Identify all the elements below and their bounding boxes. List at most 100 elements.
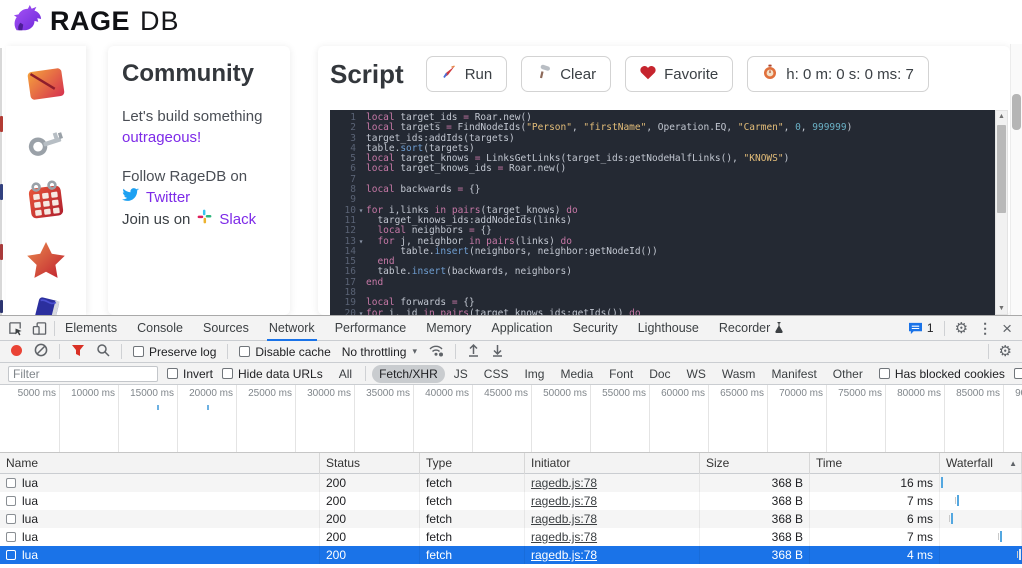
- initiator-link[interactable]: ragedb.js:78: [531, 510, 597, 528]
- slack-link[interactable]: Slack: [219, 209, 256, 231]
- column-header-size[interactable]: Size: [700, 453, 810, 474]
- filter-type-other[interactable]: Other: [826, 365, 870, 383]
- page-scrollbar[interactable]: [1010, 44, 1022, 315]
- clear-button[interactable]: Clear: [521, 56, 611, 92]
- checkbox[interactable]: [879, 368, 890, 379]
- filter-type-manifest[interactable]: Manifest: [764, 365, 823, 383]
- run-button[interactable]: Run: [426, 56, 508, 92]
- column-header-type[interactable]: Type: [420, 453, 525, 474]
- checkbox[interactable]: [167, 368, 178, 379]
- initiator-link[interactable]: ragedb.js:78: [531, 492, 597, 510]
- search-icon[interactable]: [96, 343, 110, 360]
- cell-time: 7 ms: [810, 492, 940, 510]
- initiator-link[interactable]: ragedb.js:78: [531, 474, 597, 492]
- preserve-log-checkbox[interactable]: Preserve log: [133, 345, 216, 359]
- filter-type-all[interactable]: All: [332, 365, 359, 383]
- row-checkbox[interactable]: [6, 496, 16, 506]
- device-toolbar-icon[interactable]: [30, 319, 48, 337]
- filter-input[interactable]: [8, 366, 158, 382]
- scroll-down-icon[interactable]: ▼: [996, 303, 1007, 314]
- timeline-tick-label: 80000 ms: [897, 388, 941, 399]
- filter-funnel-icon[interactable]: [71, 344, 85, 360]
- timeline-tick-label: 15000 ms: [130, 388, 174, 399]
- twitter-link[interactable]: Twitter: [146, 187, 190, 209]
- checkbox[interactable]: [239, 346, 250, 357]
- dragon-logo-icon: [10, 4, 44, 39]
- import-har-icon[interactable]: [467, 343, 480, 360]
- filter-type-ws[interactable]: WS: [680, 365, 713, 383]
- row-checkbox[interactable]: [6, 514, 16, 524]
- timeline-tick-label: 35000 ms: [366, 388, 410, 399]
- filter-type-css[interactable]: CSS: [477, 365, 516, 383]
- favorite-button[interactable]: Favorite: [625, 56, 733, 92]
- invert-checkbox[interactable]: Invert: [167, 367, 213, 381]
- calendar-nav-button[interactable]: [23, 179, 69, 225]
- disable-cache-checkbox[interactable]: Disable cache: [239, 345, 330, 359]
- column-header-waterfall[interactable]: Waterfall▲: [940, 453, 1022, 474]
- network-settings-gear-icon[interactable]: ⚙: [999, 344, 1012, 359]
- column-header-initiator[interactable]: Initiator: [525, 453, 700, 474]
- record-button[interactable]: [10, 344, 23, 360]
- network-overview-timeline[interactable]: 5000 ms10000 ms15000 ms20000 ms25000 ms3…: [0, 385, 1022, 453]
- filter-type-font[interactable]: Font: [602, 365, 640, 383]
- fold-arrow-icon[interactable]: ▾: [356, 206, 366, 216]
- fold-arrow-icon[interactable]: ▾: [356, 237, 366, 247]
- table-row[interactable]: lua200fetchragedb.js:78368 B16 ms: [0, 474, 1022, 492]
- row-checkbox[interactable]: [6, 532, 16, 542]
- export-har-icon[interactable]: [491, 343, 504, 360]
- ragedb-logo[interactable]: RAGE DB: [10, 4, 180, 39]
- console-messages-badge[interactable]: 1: [908, 321, 934, 335]
- throttling-dropdown[interactable]: No throttling ▾: [342, 345, 417, 359]
- star-nav-button[interactable]: [23, 239, 69, 285]
- tab-lighthouse[interactable]: Lighthouse: [628, 316, 709, 341]
- tab-network[interactable]: Network: [259, 316, 325, 341]
- column-header-time[interactable]: Time: [810, 453, 940, 474]
- table-row[interactable]: lua200fetchragedb.js:78368 B6 ms: [0, 510, 1022, 528]
- filter-type-js[interactable]: JS: [447, 365, 475, 383]
- initiator-link[interactable]: ragedb.js:78: [531, 546, 597, 564]
- close-devtools-icon[interactable]: ×: [1002, 320, 1012, 337]
- key-nav-button[interactable]: [23, 124, 69, 165]
- checkbox[interactable]: [1014, 368, 1022, 379]
- tab-console[interactable]: Console: [127, 316, 193, 341]
- editor-scroll-thumb[interactable]: [997, 125, 1006, 213]
- tab-performance[interactable]: Performance: [325, 316, 417, 341]
- mail-nav-button[interactable]: [23, 64, 69, 110]
- tab-recorder[interactable]: Recorder: [709, 316, 794, 341]
- table-row[interactable]: lua200fetchragedb.js:78368 B7 ms: [0, 492, 1022, 510]
- initiator-link[interactable]: ragedb.js:78: [531, 528, 597, 546]
- hide-data-urls-checkbox[interactable]: Hide data URLs: [222, 367, 323, 381]
- editor-scrollbar[interactable]: ▲ ▼: [995, 110, 1008, 315]
- scroll-up-icon[interactable]: ▲: [996, 111, 1007, 122]
- row-checkbox[interactable]: [6, 478, 16, 488]
- table-row[interactable]: lua200fetchragedb.js:78368 B7 ms: [0, 528, 1022, 546]
- settings-gear-icon[interactable]: ⚙: [955, 321, 968, 336]
- more-options-icon[interactable]: ⋮: [978, 321, 992, 335]
- checkbox[interactable]: [222, 368, 233, 379]
- network-conditions-icon[interactable]: [428, 344, 444, 360]
- filter-type-wasm[interactable]: Wasm: [715, 365, 763, 383]
- blocked-requests-checkbox[interactable]: Blocked Requests: [1014, 367, 1022, 381]
- filter-type-img[interactable]: Img: [517, 365, 551, 383]
- checkbox[interactable]: [133, 346, 144, 357]
- column-header-name[interactable]: Name: [0, 453, 320, 474]
- tab-security[interactable]: Security: [563, 316, 628, 341]
- page-scroll-thumb[interactable]: [1012, 94, 1021, 130]
- filter-type-fetch-xhr[interactable]: Fetch/XHR: [372, 365, 445, 383]
- tab-memory[interactable]: Memory: [416, 316, 481, 341]
- clear-network-log-icon[interactable]: [34, 343, 48, 360]
- has-blocked-cookies-checkbox[interactable]: Has blocked cookies: [879, 367, 1005, 381]
- timer-button[interactable]: h: 0 m: 0 s: 0 ms: 7: [747, 56, 929, 92]
- inspect-element-icon[interactable]: [6, 319, 24, 337]
- filter-type-doc[interactable]: Doc: [642, 365, 677, 383]
- tab-elements[interactable]: Elements: [55, 316, 127, 341]
- tab-sources[interactable]: Sources: [193, 316, 259, 341]
- outrageous-link[interactable]: outrageous!: [122, 127, 276, 148]
- calendar-icon: [24, 178, 68, 227]
- filter-type-media[interactable]: Media: [553, 365, 600, 383]
- table-row[interactable]: lua200fetchragedb.js:78368 B4 ms: [0, 546, 1022, 564]
- tab-application[interactable]: Application: [481, 316, 562, 341]
- row-checkbox[interactable]: [6, 550, 16, 560]
- column-header-status[interactable]: Status: [320, 453, 420, 474]
- code-editor[interactable]: 1local target_ids = Roar.new()2local tar…: [330, 110, 1000, 315]
